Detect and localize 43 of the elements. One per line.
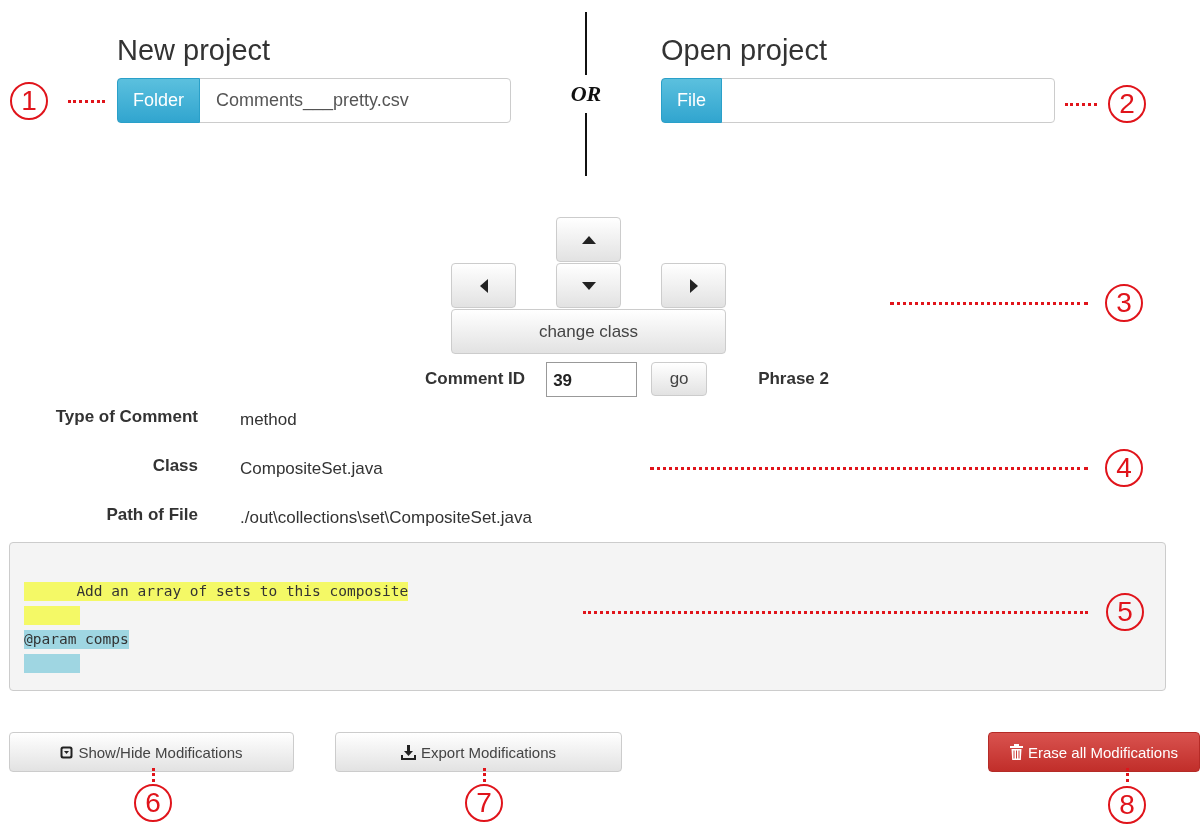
field-label: Type of Comment: [55, 407, 198, 428]
callout-number: 3: [1105, 284, 1143, 322]
callout-number: 5: [1106, 593, 1144, 631]
right-triangle-icon: [689, 278, 698, 293]
right-button[interactable]: [661, 263, 726, 308]
section-title: Open project: [661, 33, 828, 68]
leader-line: [152, 768, 155, 782]
field-value: ./out\collections\set\CompositeSet.java: [240, 507, 532, 528]
callout-number: 4: [1105, 449, 1143, 487]
separator-label: OR: [570, 80, 602, 108]
leader-line: [1126, 768, 1129, 782]
field-label: Class: [152, 456, 198, 477]
change-class-button[interactable]: change class: [451, 309, 726, 354]
section-title: New project: [117, 33, 271, 68]
callout-number: 2: [1108, 85, 1146, 123]
leader-line: [483, 768, 486, 782]
export-button[interactable]: Export Modifications: [335, 732, 622, 772]
up-button[interactable]: [556, 217, 621, 262]
trash-icon: [1009, 744, 1023, 760]
erase-button[interactable]: Erase all Modifications: [988, 732, 1200, 772]
leader-line: [68, 100, 105, 103]
left-triangle-icon: [479, 278, 488, 293]
callout-number: 6: [134, 784, 172, 822]
comment-id-field[interactable]: 39: [546, 361, 638, 397]
file-name: Comments___pretty.csv: [215, 89, 410, 113]
field-label: Path of File: [106, 505, 198, 526]
square-caret-icon: [60, 745, 74, 759]
callout-number: 8: [1108, 786, 1146, 824]
callout-number: 1: [10, 82, 48, 120]
left-button[interactable]: [451, 263, 516, 308]
field-value: method: [240, 409, 297, 430]
go-button[interactable]: go: [651, 362, 708, 396]
phrase-label: Phrase 2: [758, 369, 829, 389]
callout-number: 7: [465, 784, 503, 822]
show-hide-button[interactable]: Show/Hide Modifications: [9, 732, 294, 772]
leader-line: [1065, 103, 1097, 106]
file-picker-field[interactable]: Folder Comments___pretty.csv: [117, 78, 511, 123]
down-triangle-icon: [581, 281, 596, 290]
field-value: CompositeSet.java: [240, 458, 383, 479]
download-icon: [400, 744, 416, 760]
comment-id-label: Comment ID: [425, 369, 526, 389]
up-triangle-icon: [581, 235, 596, 244]
down-button[interactable]: [556, 263, 621, 308]
